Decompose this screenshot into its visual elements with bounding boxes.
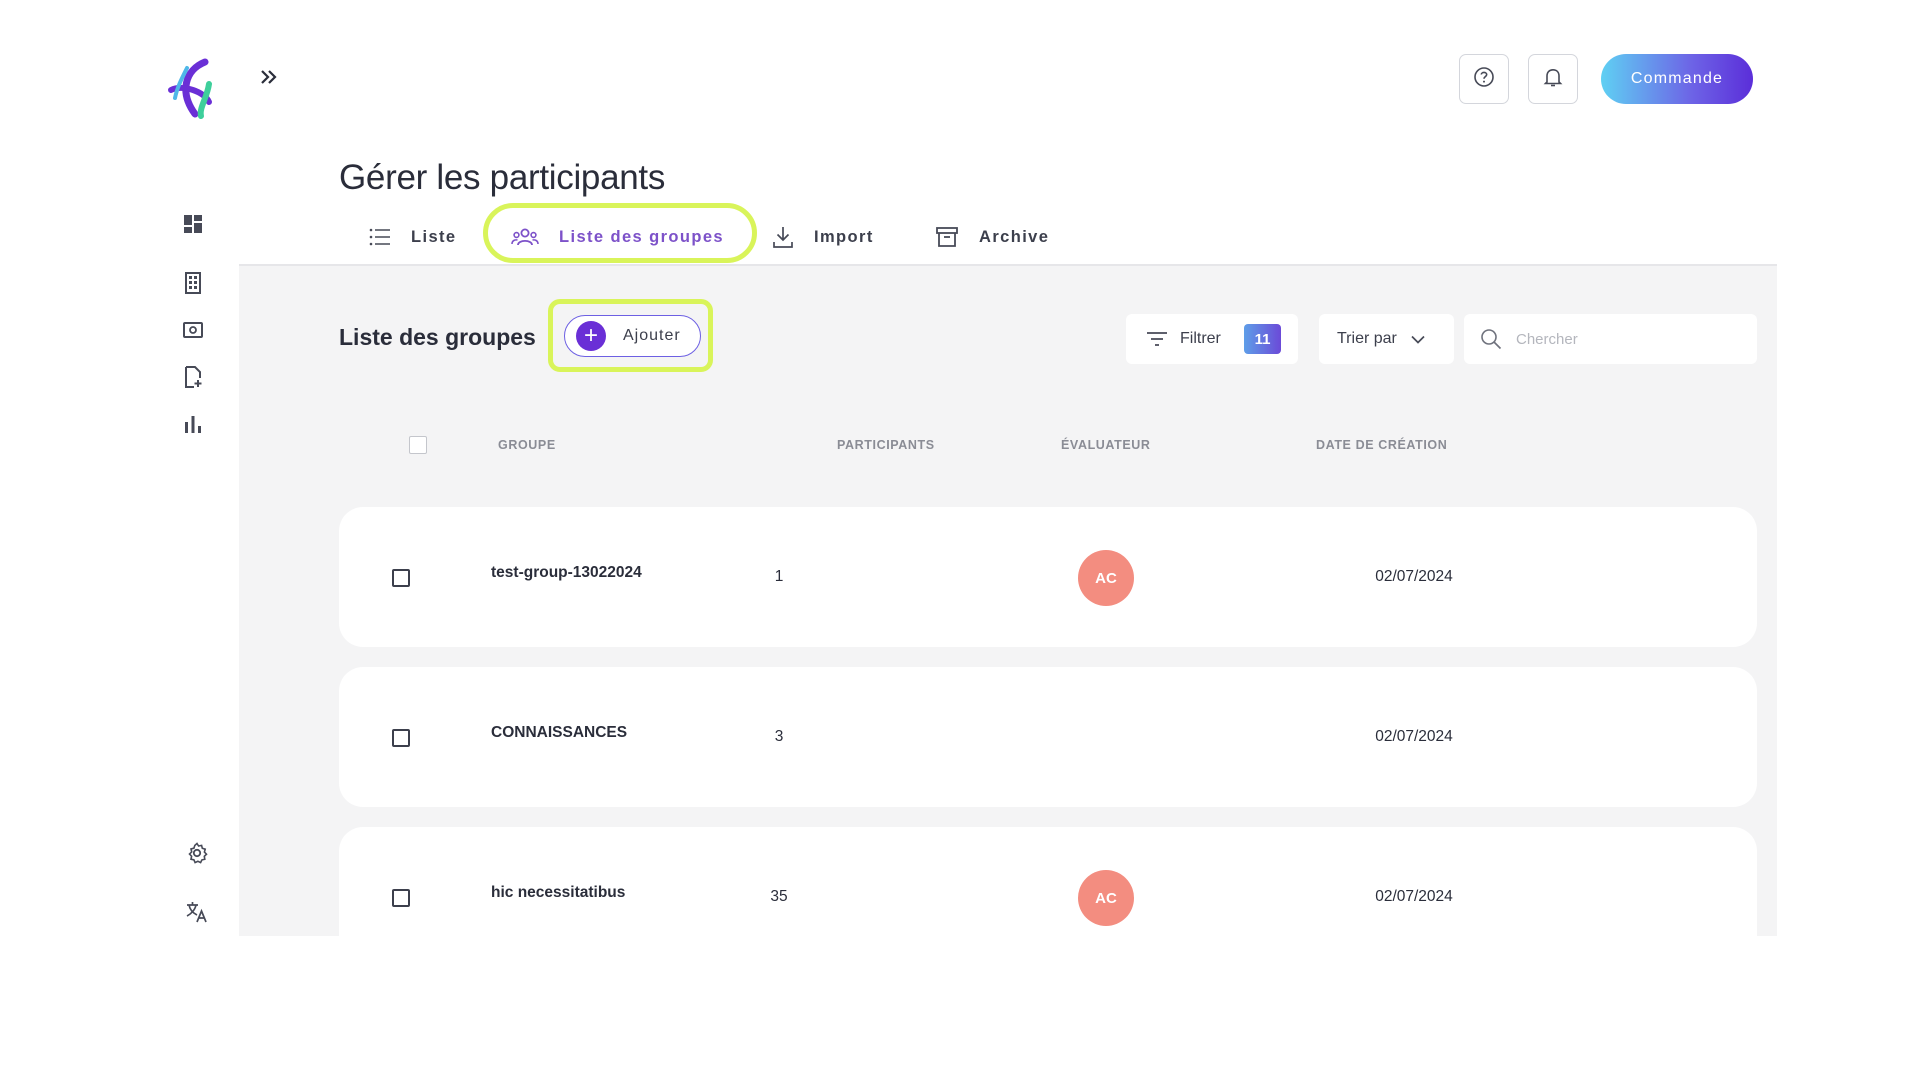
filter-label: Filtrer	[1180, 330, 1221, 347]
tab-groups-label: Liste des groupes	[559, 227, 725, 246]
bar-chart-icon[interactable]	[181, 412, 205, 436]
creation-date: 02/07/2024	[1375, 888, 1453, 905]
add-group-label: Ajouter	[623, 327, 681, 344]
column-header-creation-date[interactable]: DATE DE CRÉATION	[1316, 438, 1447, 452]
column-header-evaluator[interactable]: ÉVALUATEUR	[1061, 438, 1151, 452]
archive-icon	[936, 227, 958, 247]
row-checkbox[interactable]	[392, 729, 410, 747]
tab-groups[interactable]: Liste des groupes	[511, 222, 724, 252]
notifications-button[interactable]	[1528, 54, 1578, 104]
question-circle-icon	[1473, 66, 1495, 93]
gear-icon[interactable]	[185, 841, 209, 865]
sort-dropdown[interactable]: Trier par	[1319, 314, 1454, 364]
sort-label: Trier par	[1337, 330, 1397, 347]
table-row[interactable]: hic necessitatibus 35 AC 02/07/2024	[339, 827, 1757, 936]
evaluator-avatar[interactable]: AC	[1078, 550, 1134, 606]
row-checkbox[interactable]	[392, 889, 410, 907]
participant-count: 1	[774, 568, 784, 585]
select-all-checkbox[interactable]	[409, 436, 427, 454]
search-input[interactable]	[1516, 330, 1736, 348]
tab-list-label: Liste	[411, 227, 457, 246]
search-icon	[1481, 329, 1502, 350]
creation-date: 02/07/2024	[1375, 728, 1453, 745]
chevron-down-icon	[1411, 335, 1425, 344]
column-header-group[interactable]: GROUPE	[498, 438, 556, 452]
filter-icon	[1147, 332, 1167, 346]
table-row[interactable]: test-group-13022024 1 AC 02/07/2024	[339, 507, 1757, 647]
tab-import[interactable]: Import	[772, 222, 874, 252]
document-add-icon[interactable]	[181, 365, 205, 389]
help-button[interactable]	[1459, 54, 1509, 104]
table-row[interactable]: CONNAISSANCES 3 02/07/2024	[339, 667, 1757, 807]
app-logo[interactable]	[165, 58, 221, 120]
filter-button[interactable]: Filtrer 11	[1126, 314, 1298, 364]
main-content: Liste des groupes + Ajouter Filtrer 11 T…	[239, 266, 1777, 936]
building-icon[interactable]	[181, 271, 205, 295]
tab-list[interactable]: Liste	[369, 222, 457, 252]
page-title: Gérer les participants	[339, 158, 666, 197]
command-button[interactable]: Commande	[1601, 54, 1753, 104]
plus-icon: +	[576, 321, 606, 351]
list-icon	[369, 228, 390, 246]
creation-date: 02/07/2024	[1375, 568, 1453, 585]
dashboard-icon[interactable]	[181, 212, 205, 236]
add-group-button[interactable]: + Ajouter	[564, 315, 701, 357]
participant-count: 35	[770, 888, 788, 905]
group-icon	[511, 228, 539, 246]
translate-icon[interactable]	[185, 900, 209, 924]
bell-icon	[1542, 66, 1564, 93]
download-icon	[773, 227, 793, 248]
group-name[interactable]: test-group-13022024	[491, 564, 642, 582]
filter-count-badge: 11	[1244, 324, 1281, 354]
row-checkbox[interactable]	[392, 569, 410, 587]
group-name[interactable]: CONNAISSANCES	[491, 724, 627, 742]
tab-import-label: Import	[814, 227, 874, 246]
expand-sidebar-icon[interactable]	[258, 66, 280, 88]
search-box[interactable]	[1464, 314, 1757, 364]
tab-archive[interactable]: Archive	[935, 222, 1049, 252]
group-name[interactable]: hic necessitatibus	[491, 884, 625, 902]
section-title: Liste des groupes	[339, 324, 536, 350]
column-header-participants[interactable]: PARTICIPANTS	[837, 438, 935, 452]
screen-icon[interactable]	[181, 318, 205, 342]
participant-count: 3	[774, 728, 784, 745]
tab-archive-label: Archive	[979, 227, 1050, 246]
evaluator-avatar[interactable]: AC	[1078, 870, 1134, 926]
